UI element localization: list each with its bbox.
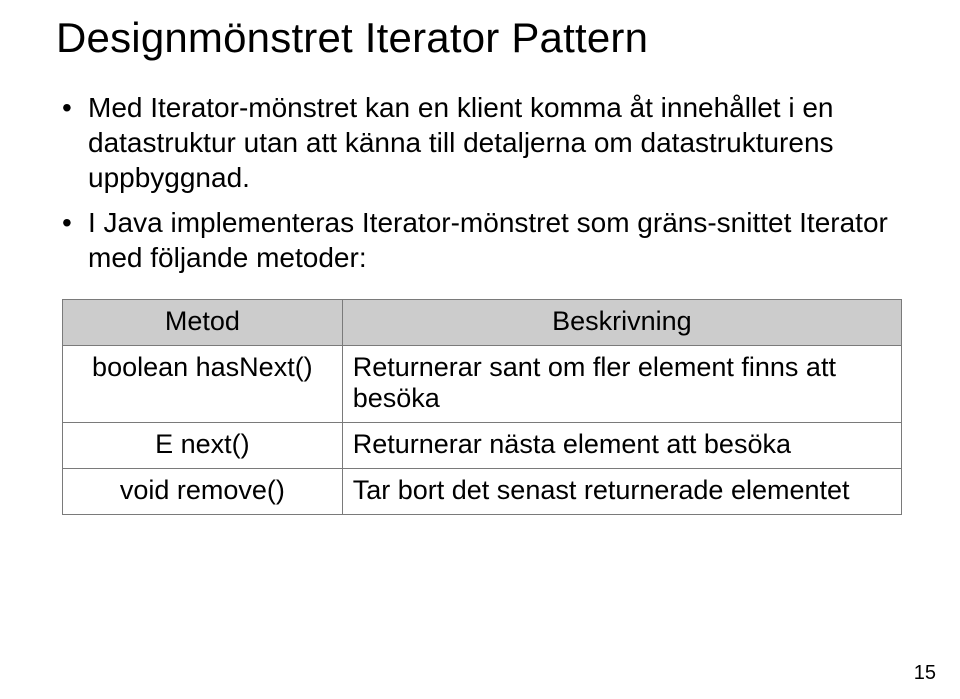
table-header-row: Metod Beskrivning — [63, 300, 902, 346]
cell-desc: Tar bort det senast returnerade elemente… — [342, 469, 901, 515]
page-number: 15 — [914, 662, 936, 685]
cell-method: void remove() — [63, 469, 343, 515]
page-title: Designmönstret Iterator Pattern — [56, 14, 922, 62]
methods-table: Metod Beskrivning boolean hasNext() Retu… — [62, 299, 902, 515]
cell-method: E next() — [63, 423, 343, 469]
col-header-desc: Beskrivning — [342, 300, 901, 346]
col-header-method: Metod — [63, 300, 343, 346]
cell-method: boolean hasNext() — [63, 346, 343, 423]
table-row: void remove() Tar bort det senast return… — [63, 469, 902, 515]
table-row: boolean hasNext() Returnerar sant om fle… — [63, 346, 902, 423]
table-row: E next() Returnerar nästa element att be… — [63, 423, 902, 469]
cell-desc: Returnerar sant om fler element finns at… — [342, 346, 901, 423]
bullet-item: I Java implementeras Iterator-mönstret s… — [56, 205, 922, 275]
cell-desc: Returnerar nästa element att besöka — [342, 423, 901, 469]
bullet-item: Med Iterator-mönstret kan en klient komm… — [56, 90, 922, 195]
bullet-list: Med Iterator-mönstret kan en klient komm… — [56, 90, 922, 275]
